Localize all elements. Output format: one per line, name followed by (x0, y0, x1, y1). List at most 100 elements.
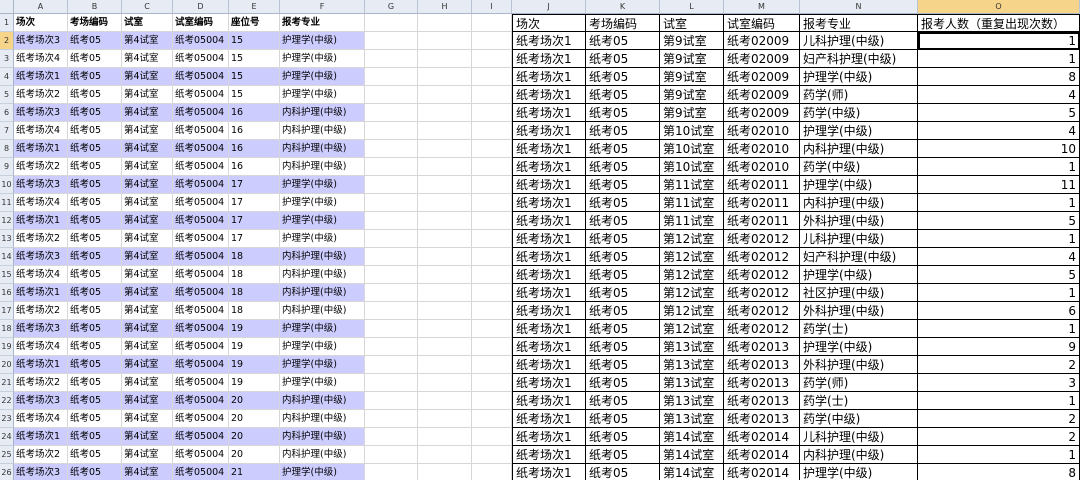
empty-cell[interactable] (472, 14, 512, 32)
left-cell[interactable]: 第4试室 (122, 320, 173, 338)
empty-cell[interactable] (472, 284, 512, 302)
left-cell[interactable]: 纸考05004 (173, 302, 229, 320)
right-cell[interactable]: 纸考场次1 (512, 338, 586, 356)
column-header-k[interactable]: K (586, 0, 660, 14)
left-cell[interactable]: 纸考05004 (173, 428, 229, 446)
right-cell[interactable]: 第10试室 (660, 140, 724, 158)
column-header-c[interactable]: C (122, 0, 173, 14)
left-cell[interactable]: 21 (229, 464, 280, 480)
row-header-3[interactable]: 3 (0, 50, 14, 68)
right-cell[interactable]: 外科护理(中级) (800, 302, 918, 320)
right-cell[interactable]: 纸考05 (586, 464, 660, 480)
empty-cell[interactable] (365, 122, 418, 140)
right-cell[interactable]: 药学(士) (800, 392, 918, 410)
left-cell[interactable]: 纸考05004 (173, 356, 229, 374)
left-cell[interactable]: 护理学(中级) (280, 50, 365, 68)
empty-cell[interactable] (472, 266, 512, 284)
left-cell[interactable]: 第4试室 (122, 32, 173, 50)
right-cell[interactable]: 第12试室 (660, 302, 724, 320)
left-cell[interactable]: 纸考场次1 (14, 140, 68, 158)
left-cell[interactable]: 纸考05004 (173, 140, 229, 158)
right-cell[interactable]: 第9试室 (660, 86, 724, 104)
right-cell[interactable]: 药学(师) (800, 374, 918, 392)
right-cell[interactable]: 纸考02012 (724, 230, 800, 248)
right-cell[interactable]: 第12试室 (660, 320, 724, 338)
left-cell[interactable]: 纸考05 (68, 176, 122, 194)
empty-cell[interactable] (365, 50, 418, 68)
row-header-11[interactable]: 11 (0, 194, 14, 212)
left-cell[interactable]: 纸考场次4 (14, 338, 68, 356)
right-cell[interactable]: 纸考05 (586, 32, 660, 50)
column-header-j[interactable]: J (512, 0, 586, 14)
left-cell[interactable]: 纸考场次3 (14, 248, 68, 266)
empty-cell[interactable] (365, 320, 418, 338)
row-header-9[interactable]: 9 (0, 158, 14, 176)
empty-cell[interactable] (472, 338, 512, 356)
left-cell[interactable]: 纸考05 (68, 302, 122, 320)
left-header-cell[interactable]: 试室 (122, 14, 173, 32)
left-cell[interactable]: 纸考场次4 (14, 194, 68, 212)
left-cell[interactable]: 纸考05 (68, 68, 122, 86)
left-cell[interactable]: 纸考05004 (173, 176, 229, 194)
count-cell[interactable]: 10 (918, 140, 1080, 158)
right-cell[interactable]: 外科护理(中级) (800, 212, 918, 230)
left-cell[interactable]: 第4试室 (122, 392, 173, 410)
left-cell[interactable]: 20 (229, 410, 280, 428)
left-cell[interactable]: 纸考场次1 (14, 356, 68, 374)
empty-cell[interactable] (472, 248, 512, 266)
row-header-19[interactable]: 19 (0, 338, 14, 356)
empty-cell[interactable] (418, 32, 472, 50)
count-cell[interactable]: 8 (918, 464, 1080, 480)
count-cell[interactable]: 2 (918, 410, 1080, 428)
left-cell[interactable]: 纸考05004 (173, 446, 229, 464)
left-cell[interactable]: 第4试室 (122, 194, 173, 212)
right-cell[interactable]: 第13试室 (660, 356, 724, 374)
spreadsheet[interactable]: ABCDEFGHIJKLMNO 1 2 3 4 5 6 7 8 9 10 11 12 13 14 15 16 1… (0, 0, 1080, 480)
row-header-24[interactable]: 24 (0, 428, 14, 446)
right-cell[interactable]: 纸考05 (586, 284, 660, 302)
right-cell[interactable]: 药学(中级) (800, 158, 918, 176)
row-header-18[interactable]: 18 (0, 320, 14, 338)
right-cell[interactable]: 药学(中级) (800, 104, 918, 122)
empty-cell[interactable] (365, 374, 418, 392)
left-header-cell[interactable]: 考场编码 (68, 14, 122, 32)
left-cell[interactable]: 纸考05 (68, 338, 122, 356)
right-cell[interactable]: 纸考05 (586, 68, 660, 86)
right-header-cell[interactable]: 考场编码 (586, 14, 660, 32)
right-cell[interactable]: 纸考场次1 (512, 464, 586, 480)
left-cell[interactable]: 17 (229, 176, 280, 194)
left-cell[interactable]: 纸考05 (68, 86, 122, 104)
right-cell[interactable]: 儿科护理(中级) (800, 428, 918, 446)
empty-cell[interactable] (472, 68, 512, 86)
right-cell[interactable]: 纸考场次1 (512, 410, 586, 428)
left-cell[interactable]: 纸考05 (68, 284, 122, 302)
left-cell[interactable]: 纸考场次4 (14, 122, 68, 140)
row-header-25[interactable]: 25 (0, 446, 14, 464)
empty-cell[interactable] (365, 338, 418, 356)
right-cell[interactable]: 纸考02014 (724, 464, 800, 480)
right-cell[interactable]: 纸考02012 (724, 320, 800, 338)
row-header-17[interactable]: 17 (0, 302, 14, 320)
right-cell[interactable]: 纸考02013 (724, 356, 800, 374)
column-header-m[interactable]: M (724, 0, 800, 14)
left-cell[interactable]: 第4试室 (122, 248, 173, 266)
left-cell[interactable]: 纸考场次4 (14, 50, 68, 68)
right-cell[interactable]: 第9试室 (660, 50, 724, 68)
left-cell[interactable]: 第4试室 (122, 410, 173, 428)
right-cell[interactable]: 儿科护理(中级) (800, 230, 918, 248)
right-cell[interactable]: 纸考场次1 (512, 428, 586, 446)
left-cell[interactable]: 第4试室 (122, 68, 173, 86)
right-cell[interactable]: 纸考05 (586, 428, 660, 446)
left-cell[interactable]: 纸考05004 (173, 68, 229, 86)
right-cell[interactable]: 第14试室 (660, 428, 724, 446)
empty-cell[interactable] (418, 122, 472, 140)
left-cell[interactable]: 第4试室 (122, 338, 173, 356)
count-cell[interactable]: 3 (918, 374, 1080, 392)
left-cell[interactable]: 纸考05004 (173, 338, 229, 356)
left-cell[interactable]: 纸考05 (68, 356, 122, 374)
left-cell[interactable]: 第4试室 (122, 446, 173, 464)
right-cell[interactable]: 护理学(中级) (800, 266, 918, 284)
right-cell[interactable]: 护理学(中级) (800, 68, 918, 86)
empty-cell[interactable] (418, 230, 472, 248)
right-cell[interactable]: 纸考场次1 (512, 266, 586, 284)
